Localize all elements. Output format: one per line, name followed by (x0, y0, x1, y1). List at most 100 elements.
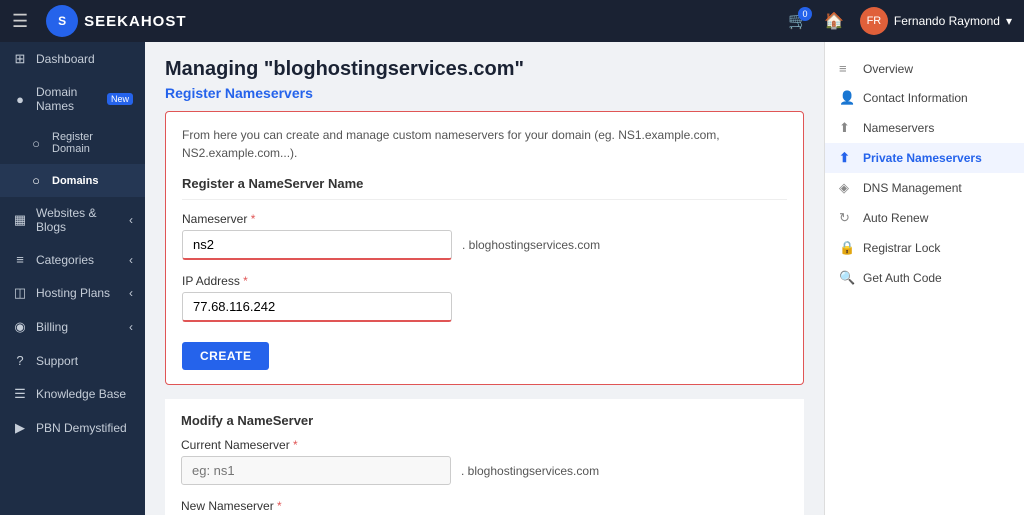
sidebar-label-knowledge-base: Knowledge Base (36, 387, 133, 401)
logo-icon: S (46, 5, 78, 37)
sidebar-label-categories: Categories (36, 253, 121, 267)
sidebar-item-dashboard[interactable]: ⊞ Dashboard (0, 42, 145, 76)
sidebar-label-websites: Websites & Blogs (36, 206, 121, 234)
sidebar-label-billing: Billing (36, 320, 121, 334)
domain-names-icon: ● (12, 92, 28, 107)
ip-group: IP Address * (182, 274, 787, 322)
topbar-left: ☰ S SEEKAHOST (12, 5, 187, 37)
nameserver-suffix: . bloghostingservices.com (462, 238, 600, 252)
home-icon[interactable]: 🏠 (824, 11, 844, 31)
right-panel-dns-management[interactable]: ◈ DNS Management (825, 173, 1024, 203)
overview-icon: ≡ (839, 61, 855, 76)
overview-label: Overview (863, 62, 913, 76)
ip-label: IP Address * (182, 274, 787, 288)
new-badge: New (107, 93, 133, 105)
ip-row (182, 292, 787, 322)
ip-required: * (243, 274, 248, 288)
right-panel-auto-renew[interactable]: ↻ Auto Renew (825, 203, 1024, 233)
dns-label: DNS Management (863, 181, 962, 195)
current-nameserver-suffix: . bloghostingservices.com (461, 464, 599, 478)
sidebar-item-support[interactable]: ? Support (0, 344, 145, 377)
domains-icon: ○ (28, 173, 44, 188)
registrar-lock-label: Registrar Lock (863, 241, 940, 255)
dashboard-icon: ⊞ (12, 51, 28, 67)
right-panel: ≡ Overview 👤 Contact Information ⬆ Names… (824, 42, 1024, 515)
logo-area: S SEEKAHOST (46, 5, 186, 37)
nameservers-label: Nameservers (863, 121, 934, 135)
billing-icon: ◉ (12, 319, 28, 335)
hamburger-icon[interactable]: ☰ (12, 11, 28, 32)
right-panel-get-auth-code[interactable]: 🔍 Get Auth Code (825, 263, 1024, 293)
modify-title: Modify a NameServer (181, 413, 788, 428)
nameserver-label: Nameserver * (182, 212, 787, 226)
categories-arrow-icon: ‹ (129, 253, 133, 267)
hosting-arrow-icon: ‹ (129, 286, 133, 300)
sidebar-item-knowledge-base[interactable]: ☰ Knowledge Base (0, 377, 145, 411)
create-button[interactable]: CREATE (182, 342, 269, 370)
sidebar-label-domains: Domains (52, 175, 133, 187)
get-auth-code-label: Get Auth Code (863, 271, 942, 285)
sidebar-label-domain-names: Domain Names (36, 85, 97, 113)
sidebar-item-domain-names[interactable]: ● Domain Names New (0, 76, 145, 122)
billing-arrow-icon: ‹ (129, 320, 133, 334)
sidebar: ⊞ Dashboard ● Domain Names New ○ Registe… (0, 42, 145, 515)
websites-arrow-icon: ‹ (129, 213, 133, 227)
current-nameserver-label: Current Nameserver * (181, 438, 788, 452)
websites-icon: ▦ (12, 212, 28, 228)
hosting-icon: ◫ (12, 285, 28, 301)
sidebar-label-support: Support (36, 354, 133, 368)
pbn-icon: ▶ (12, 420, 28, 436)
modify-nameserver-section: Modify a NameServer Current Nameserver *… (165, 399, 804, 515)
sidebar-label-dashboard: Dashboard (36, 52, 133, 66)
right-panel-private-nameservers[interactable]: ⬆ Private Nameservers (825, 143, 1024, 173)
current-nameserver-row: . bloghostingservices.com (181, 456, 788, 485)
page-title: Managing "bloghostingservices.com" (165, 58, 804, 81)
sidebar-label-hosting: Hosting Plans (36, 286, 121, 300)
register-nameserver-box: From here you can create and manage cust… (165, 111, 804, 385)
user-name: Fernando Raymond (894, 14, 1000, 28)
topbar-right: 🛒 0 🏠 FR Fernando Raymond ▾ (788, 7, 1012, 35)
nameserver-required: * (251, 212, 256, 226)
sidebar-item-hosting-plans[interactable]: ◫ Hosting Plans ‹ (0, 276, 145, 310)
sidebar-item-websites-blogs[interactable]: ▦ Websites & Blogs ‹ (0, 197, 145, 243)
info-text: From here you can create and manage cust… (182, 126, 787, 162)
nameserver-input[interactable] (182, 230, 452, 260)
auto-renew-label: Auto Renew (863, 211, 928, 225)
contact-info-icon: 👤 (839, 90, 855, 106)
register-subsection-title: Register a NameServer Name (182, 176, 787, 200)
sidebar-label-register-domain: Register Domain (52, 131, 133, 155)
contact-info-label: Contact Information (863, 91, 968, 105)
avatar: FR (860, 7, 888, 35)
cart-icon[interactable]: 🛒 0 (788, 11, 808, 31)
topbar: ☰ S SEEKAHOST 🛒 0 🏠 FR Fernando Raymond … (0, 0, 1024, 42)
private-nameservers-icon: ⬆ (839, 150, 855, 166)
sidebar-item-billing[interactable]: ◉ Billing ‹ (0, 310, 145, 344)
right-panel-overview[interactable]: ≡ Overview (825, 54, 1024, 83)
right-panel-registrar-lock[interactable]: 🔒 Registrar Lock (825, 233, 1024, 263)
user-area[interactable]: FR Fernando Raymond ▾ (860, 7, 1012, 35)
registrar-lock-icon: 🔒 (839, 240, 855, 256)
current-nameserver-input[interactable] (181, 456, 451, 485)
private-nameservers-label: Private Nameservers (863, 151, 982, 165)
right-panel-nameservers[interactable]: ⬆ Nameservers (825, 113, 1024, 143)
knowledge-base-icon: ☰ (12, 386, 28, 402)
sidebar-item-register-domain[interactable]: ○ Register Domain (0, 122, 145, 164)
section-title: Register Nameservers (165, 85, 804, 101)
sidebar-item-domains[interactable]: ○ Domains (0, 164, 145, 197)
right-panel-contact-info[interactable]: 👤 Contact Information (825, 83, 1024, 113)
sidebar-label-pbn: PBN Demystified (36, 421, 133, 435)
sidebar-item-categories[interactable]: ≡ Categories ‹ (0, 243, 145, 276)
nameserver-group: Nameserver * . bloghostingservices.com (182, 212, 787, 260)
content-area: Managing "bloghostingservices.com" Regis… (145, 42, 824, 515)
user-dropdown-icon: ▾ (1006, 14, 1012, 28)
nameservers-icon: ⬆ (839, 120, 855, 136)
support-icon: ? (12, 353, 28, 368)
logo-initials: S (58, 14, 66, 28)
cart-badge: 0 (798, 7, 812, 21)
ip-input[interactable] (182, 292, 452, 322)
categories-icon: ≡ (12, 252, 28, 267)
register-domain-icon: ○ (28, 136, 44, 151)
current-nameserver-group: Current Nameserver * . bloghostingservic… (181, 438, 788, 485)
sidebar-item-pbn-demystified[interactable]: ▶ PBN Demystified (0, 411, 145, 445)
new-nameserver-label: New Nameserver * (181, 499, 788, 513)
